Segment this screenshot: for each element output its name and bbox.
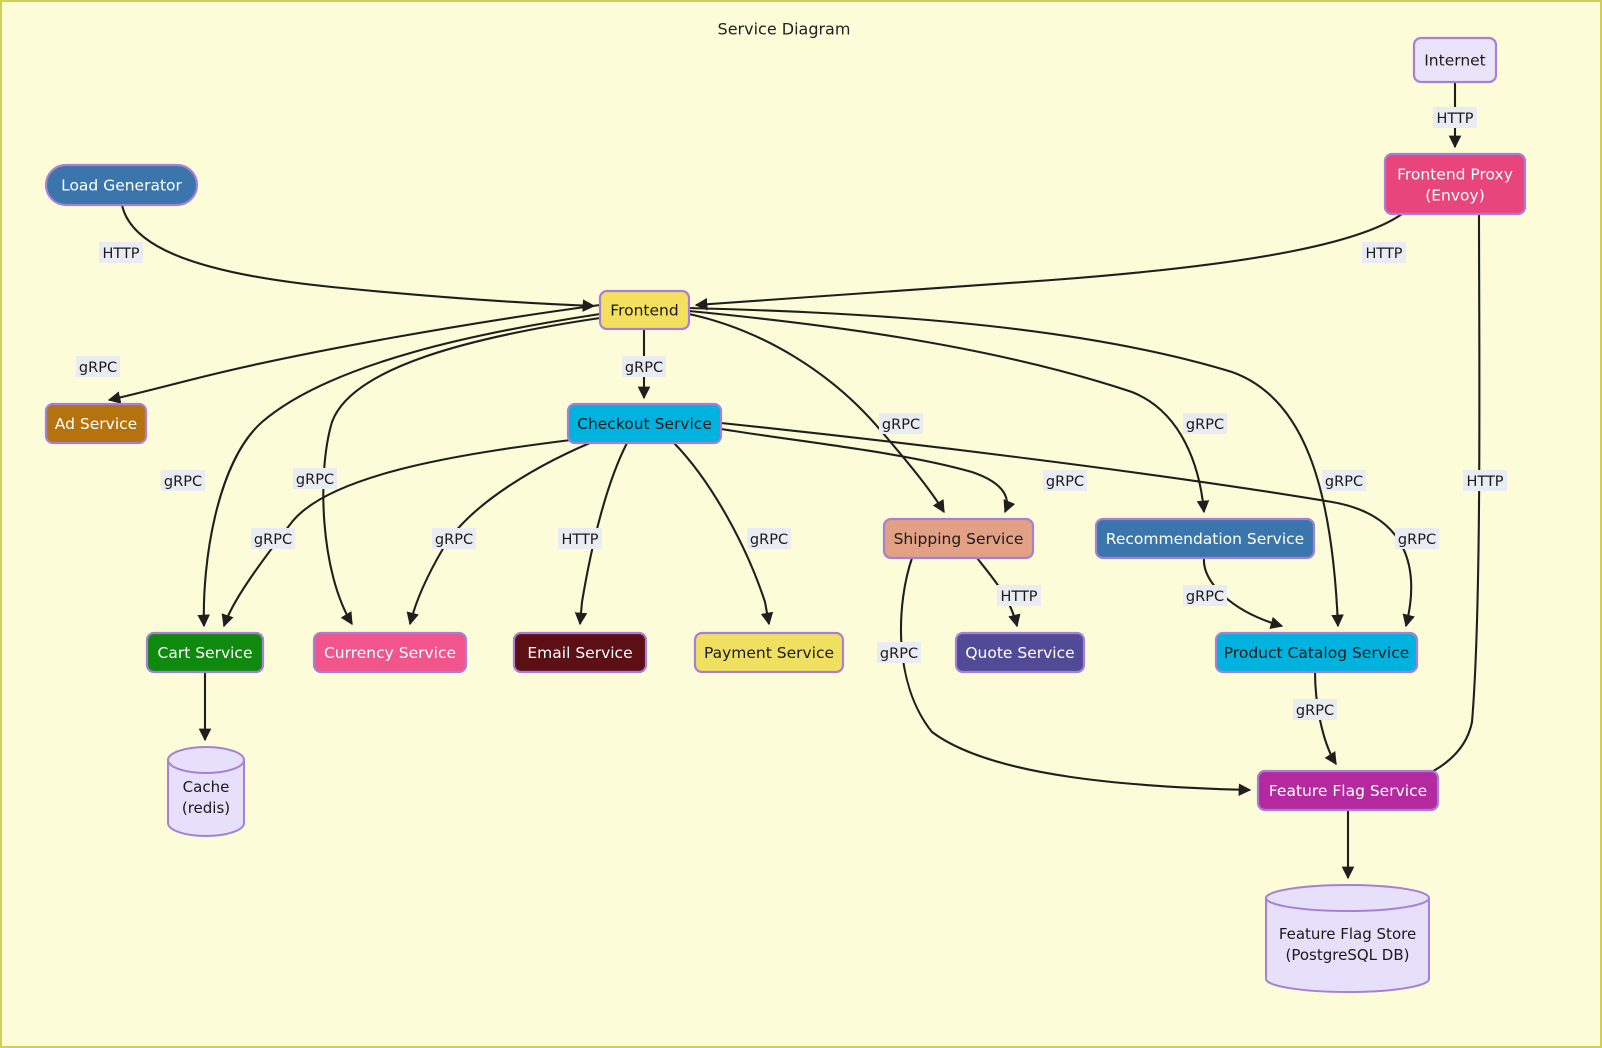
edge-label-checkout-cart: gRPC (251, 528, 295, 549)
node-cart[interactable]: Cart Service (145, 631, 265, 674)
edge-label-text: gRPC (435, 532, 473, 548)
edge-label-text: HTTP (561, 532, 598, 548)
edge-label-text: gRPC (1186, 589, 1224, 605)
edge-label-productcatalog-featureflag: gRPC (1293, 699, 1337, 720)
node-productcatalog[interactable]: Product Catalog Service (1214, 631, 1419, 674)
edge-label-text: gRPC (1296, 703, 1334, 719)
edge-label-frontend-currency: gRPC (293, 468, 337, 489)
edge-frontend-to-currency (322, 316, 601, 626)
node-quote[interactable]: Quote Service (954, 631, 1086, 674)
page-title: Service Diagram (718, 20, 851, 39)
edge-label-text: gRPC (1186, 417, 1224, 433)
node-internet[interactable]: Internet (1412, 36, 1498, 84)
edge-label-proxy-featureflag: HTTP (1463, 470, 1507, 491)
edge-label-shipping-quote: HTTP (997, 585, 1041, 606)
edge-label-frontend-productcatalog: gRPC (1322, 470, 1366, 491)
edge-proxy-to-frontend (694, 213, 1403, 311)
node-adservice[interactable]: Ad Service (44, 402, 148, 445)
edge-label-text: gRPC (164, 474, 202, 490)
edge-label-text: gRPC (625, 360, 663, 376)
edge-loadgen-to-frontend (120, 204, 596, 312)
node-shape[interactable] (693, 631, 845, 674)
node-recommendation[interactable]: Recommendation Service (1094, 517, 1316, 560)
edge-label-recommendation-productcatalog: gRPC (1183, 585, 1227, 606)
node-shape[interactable] (598, 289, 691, 331)
edge-label-text: gRPC (1398, 532, 1436, 548)
edge-frontend-to-cart (197, 312, 601, 628)
node-shape[interactable] (1256, 769, 1440, 812)
edge-checkout-to-shipping (720, 427, 1016, 514)
node-frontend[interactable]: Frontend (598, 289, 691, 331)
edge-label-frontend-adservice: gRPC (76, 356, 120, 377)
node-shape[interactable] (44, 163, 199, 207)
node-shape[interactable] (1214, 631, 1419, 674)
node-shape[interactable] (44, 402, 148, 445)
edge-label-frontend-cart: gRPC (161, 470, 205, 491)
cylinder-body (1265, 897, 1430, 993)
edge-label-text: HTTP (102, 246, 139, 262)
edge-frontend-to-adservice (107, 303, 601, 404)
edge-label-text: HTTP (1365, 246, 1402, 262)
edge-label-text: HTTP (1466, 474, 1503, 490)
node-featureflag[interactable]: Feature Flag Service (1256, 769, 1440, 812)
edge-label-text: gRPC (1325, 474, 1363, 490)
edge-frontend-to-productcatalog (688, 306, 1344, 628)
node-shape[interactable] (882, 517, 1035, 560)
node-shape[interactable] (512, 631, 648, 674)
edge-label-frontend-recommendation: gRPC (1183, 413, 1227, 434)
node-shipping[interactable]: Shipping Service (882, 517, 1035, 560)
edge-label-text: gRPC (750, 532, 788, 548)
edge-label-frontend-checkout: gRPC (622, 356, 666, 377)
edge-labels-layer: HTTP HTTP HTTP gRPC gRPC gRPC gRPC gRPC gRPC HTTP… (76, 107, 1507, 720)
node-shape[interactable] (1383, 152, 1527, 216)
edge-label-proxy-frontend: HTTP (1362, 242, 1406, 263)
edge-label-text: gRPC (254, 532, 292, 548)
node-loadgen[interactable]: Load Generator (44, 163, 199, 207)
edge-label-text: gRPC (79, 360, 117, 376)
edge-label-checkout-email: HTTP (558, 528, 602, 549)
edge-label-text: gRPC (880, 646, 918, 662)
edge-label-frontend-shipping: gRPC (879, 413, 923, 434)
node-shape[interactable] (312, 631, 468, 674)
node-cache[interactable]: Cache(redis) (167, 746, 245, 837)
cylinder-top (167, 746, 245, 774)
node-currency[interactable]: Currency Service (312, 631, 468, 674)
cylinder-top (1265, 884, 1430, 912)
edge-label-checkout-shipping: gRPC (1043, 470, 1087, 491)
node-ffstore[interactable]: Feature Flag Store(PostgreSQL DB) (1265, 884, 1430, 993)
edge-label-shipping-featureflag: gRPC (877, 642, 921, 663)
node-payment[interactable]: Payment Service (693, 631, 845, 674)
nodes-layer: Internet Frontend Proxy(Envoy) Load Genera… (44, 36, 1527, 993)
node-proxy[interactable]: Frontend Proxy(Envoy) (1383, 152, 1527, 216)
edge-label-text: HTTP (1436, 111, 1473, 127)
node-shape[interactable] (566, 402, 723, 445)
edge-label-text: gRPC (1046, 474, 1084, 490)
edge-label-text: gRPC (882, 417, 920, 433)
edge-label-internet-proxy: HTTP (1433, 107, 1477, 128)
edge-label-checkout-productcatalog: gRPC (1395, 528, 1439, 549)
node-shape[interactable] (145, 631, 265, 674)
node-shape[interactable] (1094, 517, 1316, 560)
edge-label-checkout-payment: gRPC (747, 528, 791, 549)
edge-label-loadgen-frontend: HTTP (99, 242, 143, 263)
edge-proxy-to-featureflag (1390, 213, 1481, 790)
edge-label-checkout-currency: gRPC (432, 528, 476, 549)
edge-label-text: gRPC (296, 472, 334, 488)
node-shape[interactable] (1412, 36, 1498, 84)
service-diagram-svg: Service Diagram HTTP HTTP HTTP gRPC gRPC gRPC… (44, 20, 1527, 993)
edge-label-text: HTTP (1000, 589, 1037, 605)
diagram-canvas: Service Diagram HTTP HTTP HTTP gRPC gRPC gRPC… (0, 0, 1602, 1048)
node-shape[interactable] (954, 631, 1086, 674)
node-email[interactable]: Email Service (512, 631, 648, 674)
node-checkout[interactable]: Checkout Service (566, 402, 723, 445)
